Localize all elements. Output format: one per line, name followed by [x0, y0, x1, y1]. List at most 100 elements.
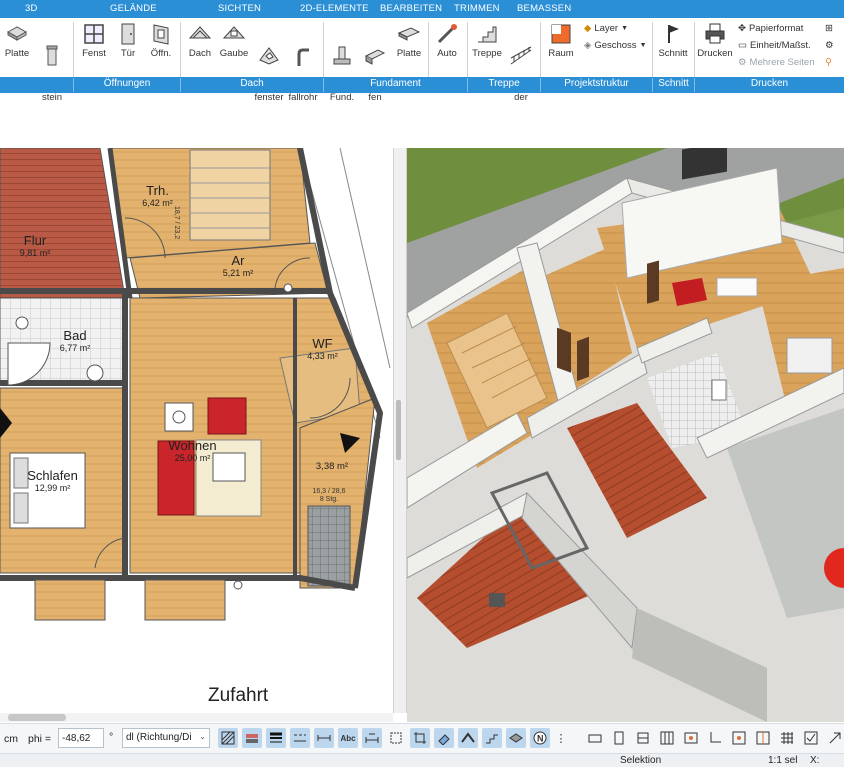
floor-plan-view[interactable]: Flur 9,81 m² Trh. 6,42 m² Ar 5,21 m² Bad 6,7… — [0, 148, 393, 713]
line-style-tool[interactable] — [290, 728, 310, 748]
direction-select[interactable]: dl (Richtung/Di ⌄ — [122, 728, 210, 748]
tab-bearbeiten[interactable]: BEARBEITEN — [380, 3, 442, 14]
view-tool-11[interactable] — [825, 728, 844, 748]
auto-wand-icon — [437, 24, 457, 44]
streifenfundament-button[interactable]: Strei- fen — [359, 18, 392, 103]
stairs-view-icon — [486, 734, 498, 744]
downpipe-icon — [297, 48, 309, 66]
schnitt-button[interactable]: Schnitt — [654, 18, 692, 80]
auto-button[interactable]: Auto — [431, 18, 463, 80]
view-tool-8[interactable] — [753, 728, 773, 748]
ribbon: Platte Schorn- stein Fenst Tür Öffn. Dac… — [0, 18, 844, 103]
extra-button-1[interactable]: ⊞ — [825, 23, 833, 35]
room-flur: Flur 9,81 m² — [19, 233, 51, 258]
divider — [428, 22, 429, 80]
divider — [540, 22, 541, 80]
fenster-button[interactable]: Fenst — [78, 18, 110, 80]
dashed-line-icon — [294, 734, 306, 742]
north-icon: N — [533, 731, 547, 745]
divider — [694, 22, 695, 80]
view-tool-9[interactable] — [777, 728, 797, 748]
room-frame-icon — [637, 732, 649, 744]
extra-button-2[interactable]: ⚙ — [825, 40, 834, 52]
slab-view-tool[interactable] — [506, 728, 526, 748]
platte-button[interactable]: Platte — [2, 18, 32, 80]
view-tool-5[interactable] — [681, 728, 701, 748]
roof-view-tool[interactable] — [458, 728, 478, 748]
measure-tool[interactable] — [362, 728, 382, 748]
railing-icon — [510, 46, 532, 65]
dropdown-arrow-icon: ▼ — [639, 42, 647, 49]
slab-view-icon — [509, 733, 523, 743]
stairs-view-tool[interactable] — [482, 728, 502, 748]
check-icon — [804, 731, 818, 745]
view-tool-1[interactable] — [585, 728, 605, 748]
geschoss-dropdown[interactable]: ◈ Geschoss ▼ — [584, 40, 647, 52]
phi-input[interactable] — [58, 728, 104, 748]
tab-2d-elemente[interactable]: 2D-ELEMENTE — [300, 3, 369, 14]
regenfallrohr-button[interactable]: Regen- fallrohr — [285, 18, 327, 103]
view-tool-2[interactable] — [609, 728, 629, 748]
chimney-icon — [46, 45, 58, 66]
tab-bemassen[interactable]: BEMASSEN — [517, 3, 571, 14]
n-toggle[interactable]: N — [530, 728, 550, 748]
einzelfundament-button[interactable]: Einzel Fund. — [326, 18, 362, 103]
fill-tool[interactable] — [434, 728, 454, 748]
group-projektstruktur: Projektstruktur — [540, 78, 652, 92]
more-icon: ⋮ — [555, 732, 567, 745]
phi-label: phi = — [28, 733, 52, 745]
papierformat-button[interactable]: ✥ Papierformat — [738, 23, 803, 35]
scrollbar-thumb[interactable] — [8, 714, 66, 721]
chevron-down-icon: ⌄ — [199, 732, 206, 741]
paint-icon — [438, 734, 450, 745]
line-weight-tool[interactable] — [266, 728, 286, 748]
frame-icon: ⊞ — [825, 23, 833, 34]
hatch-tool[interactable] — [218, 728, 238, 748]
dimension-tool[interactable] — [314, 728, 334, 748]
text-tool[interactable]: Abc — [338, 728, 358, 748]
treppe-button[interactable]: Treppe — [470, 18, 504, 80]
oeffnung-button[interactable]: Öffn. — [145, 18, 177, 80]
drucken-button[interactable]: Drucken — [696, 18, 734, 80]
view-tool-4[interactable] — [657, 728, 677, 748]
view-tool-7[interactable] — [729, 728, 749, 748]
layer-fill-tool[interactable] — [242, 728, 262, 748]
tuer-button[interactable]: Tür — [113, 18, 143, 80]
crop-tool[interactable] — [410, 728, 430, 748]
layer-dropdown[interactable]: ◆ Layer ▼ — [584, 23, 628, 35]
dachfenster-button[interactable]: Dach- fenster — [252, 18, 288, 103]
frame-select-tool[interactable] — [386, 728, 406, 748]
3d-view[interactable] — [407, 148, 844, 722]
door-icon — [121, 23, 135, 45]
more-tools[interactable]: ⋮ — [555, 728, 567, 748]
dach-button[interactable]: Dach — [184, 18, 216, 80]
splitter-grip[interactable] — [396, 400, 401, 460]
roof-window-icon — [259, 47, 279, 65]
fundamentplatte-button[interactable]: Platte — [392, 18, 426, 80]
ribbon-group-labels: Öffnungen Dach Fundament Treppe Projekts… — [0, 77, 844, 93]
room-wf: WF 4,33 m² — [307, 336, 338, 361]
table-icon — [781, 732, 793, 744]
schornstein-button[interactable]: Schorn- stein — [33, 18, 77, 103]
view-tool-6[interactable] — [705, 728, 725, 748]
crop-icon — [414, 732, 426, 744]
gaube-button[interactable]: Gaube — [217, 18, 251, 80]
tab-3d[interactable]: 3D — [25, 3, 38, 14]
status-mode: Selektion — [620, 755, 662, 766]
tab-sichten[interactable]: SICHTEN — [218, 3, 261, 14]
group-oeffnungen: Öffnungen — [73, 78, 180, 92]
divider — [323, 22, 324, 80]
tab-gelaende[interactable]: GELÄNDE — [110, 3, 157, 14]
divider — [467, 22, 468, 80]
roof-view-icon — [461, 732, 475, 743]
group-drucken: Drucken — [694, 78, 844, 92]
extra-button-3[interactable]: ⚲ — [825, 57, 832, 69]
raum-button[interactable]: Raum — [544, 18, 578, 80]
mehrere-seiten-button[interactable]: ⚙ Mehrere Seiten — [738, 57, 814, 69]
zufahrt-label: Zufahrt — [208, 685, 269, 706]
einheit-massstab-button[interactable]: ▭ Einheit/Maßst. — [738, 40, 811, 52]
view-tool-10[interactable] — [801, 728, 821, 748]
tab-trimmen[interactable]: TRIMMEN — [454, 3, 500, 14]
gelaender-button[interactable]: Gelän- der — [505, 18, 544, 103]
view-tool-3[interactable] — [633, 728, 653, 748]
